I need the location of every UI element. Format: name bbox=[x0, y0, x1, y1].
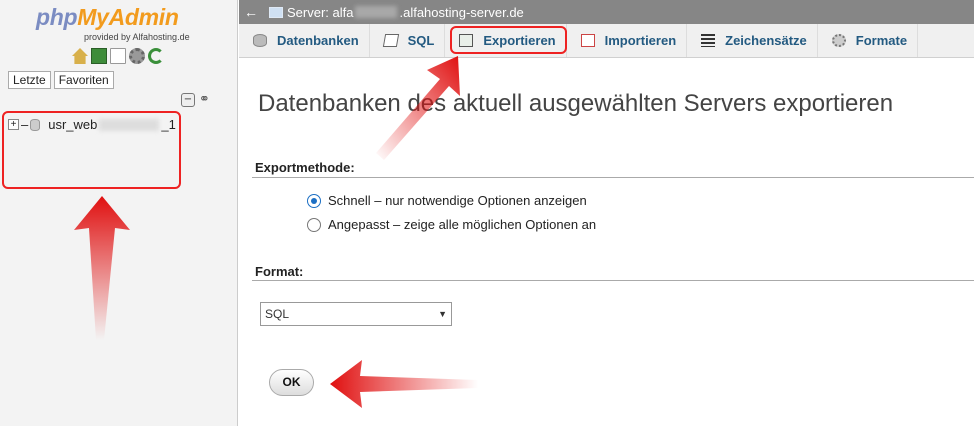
divider bbox=[252, 280, 974, 281]
chevron-down-icon: ▼ bbox=[438, 309, 447, 319]
tab-label: Formate bbox=[855, 33, 908, 48]
page-title: Datenbanken des aktuell ausgewählten Ser… bbox=[258, 90, 894, 117]
radio-button-checked[interactable] bbox=[307, 193, 321, 208]
reload-icon[interactable] bbox=[148, 48, 164, 64]
highlight-database-tree bbox=[2, 111, 181, 189]
back-arrow-icon[interactable]: ← bbox=[239, 4, 263, 20]
divider bbox=[252, 177, 974, 178]
settings-icon[interactable] bbox=[129, 48, 145, 64]
radio-label: Schnell – nur notwendige Optionen anzeig… bbox=[328, 193, 587, 208]
link-icon[interactable]: ⚭ bbox=[199, 92, 210, 107]
tab-formats[interactable]: Formate bbox=[818, 24, 919, 57]
redacted-text bbox=[355, 6, 398, 18]
provided-by-text: provided by Alfahosting.de bbox=[84, 32, 190, 42]
sql-icon bbox=[382, 34, 399, 47]
format-label: Format: bbox=[255, 264, 304, 279]
home-icon[interactable] bbox=[72, 48, 88, 64]
tab-label: Importieren bbox=[604, 33, 677, 48]
import-icon bbox=[580, 34, 595, 47]
radio-custom-export[interactable]: Angepasst – zeige alle möglichen Optione… bbox=[307, 217, 596, 232]
logo-php: php bbox=[36, 4, 78, 30]
favorites-tab[interactable]: Favoriten bbox=[53, 71, 114, 89]
formats-icon bbox=[831, 34, 846, 47]
server-label-prefix[interactable]: Server: alfa bbox=[287, 5, 353, 20]
database-icon bbox=[253, 34, 267, 47]
format-selected-value: SQL bbox=[265, 307, 290, 321]
logout-icon[interactable] bbox=[91, 48, 107, 64]
format-select[interactable]: SQL ▼ bbox=[260, 302, 452, 326]
server-breadcrumb-bar: ← Server: alfa .alfahosting-server.de bbox=[239, 0, 974, 24]
phpmyadmin-logo[interactable]: phpMyAdmin bbox=[36, 4, 179, 31]
tab-sql[interactable]: SQL bbox=[370, 24, 446, 57]
ok-button[interactable]: OK bbox=[269, 369, 314, 396]
nav-tabs: Letzte Favoriten bbox=[8, 71, 114, 89]
tab-label: SQL bbox=[407, 33, 435, 48]
server-label-suffix[interactable]: .alfahosting-server.de bbox=[399, 5, 523, 20]
tab-label: Datenbanken bbox=[277, 33, 359, 48]
highlight-export-tab bbox=[450, 26, 567, 54]
radio-quick-export[interactable]: Schnell – nur notwendige Optionen anzeig… bbox=[307, 193, 587, 208]
tab-label: Zeichensätze bbox=[725, 33, 807, 48]
recent-tab[interactable]: Letzte bbox=[8, 71, 51, 89]
tab-import[interactable]: Importieren bbox=[567, 24, 688, 57]
docs-icon[interactable] bbox=[110, 48, 126, 64]
collapse-all-icon[interactable]: − bbox=[181, 93, 195, 107]
server-icon bbox=[269, 6, 283, 18]
tab-charsets[interactable]: Zeichensätze bbox=[687, 24, 818, 57]
export-method-label: Exportmethode: bbox=[255, 160, 355, 175]
charset-icon bbox=[701, 34, 716, 47]
radio-button[interactable] bbox=[307, 217, 321, 232]
nav-icon-bar bbox=[72, 48, 164, 64]
arrow-left-icon bbox=[330, 360, 478, 408]
tab-databases[interactable]: Datenbanken bbox=[239, 24, 370, 57]
logo-myadmin: MyAdmin bbox=[77, 4, 179, 30]
radio-label: Angepasst – zeige alle möglichen Optione… bbox=[328, 217, 597, 232]
main-tabs: Datenbanken SQL Exportieren Importieren … bbox=[239, 24, 974, 58]
navigation-panel: phpMyAdmin provided by Alfahosting.de Le… bbox=[0, 0, 238, 426]
